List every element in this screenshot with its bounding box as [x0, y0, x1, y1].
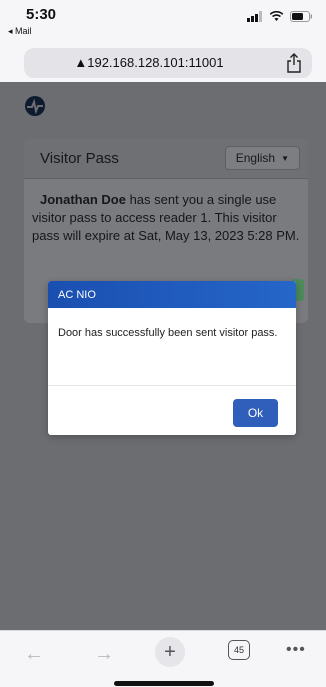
share-icon[interactable] — [286, 53, 302, 73]
visitor-pass-message: Jonathan Doe has sent you a single use v… — [24, 179, 308, 245]
card-header: Visitor Pass English ▼ — [24, 139, 308, 179]
tabs-count-button[interactable]: 45 — [228, 640, 250, 660]
alert-modal: AC NIO Door has successfully been sent v… — [48, 281, 296, 435]
language-label: English — [235, 151, 276, 165]
address-url: 192.168.128.101:11001 — [87, 55, 224, 70]
status-bar: 5:30 ◂ Mail — [0, 0, 326, 44]
back-to-app-link[interactable]: ◂ Mail — [8, 26, 32, 37]
ok-button[interactable]: Ok — [233, 399, 278, 427]
browser-address-area: ▲192.168.128.101:11001 — [0, 44, 326, 82]
status-time: 5:30 — [26, 6, 57, 23]
modal-body: Door has successfully been sent visitor … — [48, 308, 296, 386]
language-dropdown[interactable]: English ▼ — [224, 146, 300, 170]
home-indicator — [114, 681, 214, 686]
modal-header: AC NIO — [48, 281, 296, 308]
status-icons — [247, 11, 312, 22]
address-text[interactable]: ▲192.168.128.101:11001 — [24, 55, 274, 70]
wifi-icon — [269, 11, 284, 21]
web-page: Visitor Pass English ▼ Jonathan Doe has … — [0, 82, 326, 630]
modal-title: AC NIO — [58, 288, 96, 301]
more-options-icon[interactable]: ••• — [286, 641, 306, 659]
sender-name: Jonathan Doe — [40, 192, 126, 207]
caret-down-icon: ▼ — [281, 153, 289, 163]
app-logo-icon — [25, 96, 45, 116]
warning-icon: ▲ — [74, 55, 88, 70]
address-bar[interactable]: ▲192.168.128.101:11001 — [24, 48, 312, 78]
new-tab-plus-icon[interactable]: + — [155, 637, 185, 667]
back-arrow-icon[interactable]: ← — [24, 643, 44, 666]
battery-icon — [290, 11, 312, 22]
modal-message: Door has successfully been sent visitor … — [58, 327, 278, 339]
signal-icon — [247, 11, 262, 22]
browser-toolbar: ← → + 45 ••• — [0, 630, 326, 687]
forward-arrow-icon[interactable]: → — [94, 643, 114, 666]
card-title: Visitor Pass — [40, 150, 119, 167]
modal-footer: Ok — [48, 386, 296, 435]
